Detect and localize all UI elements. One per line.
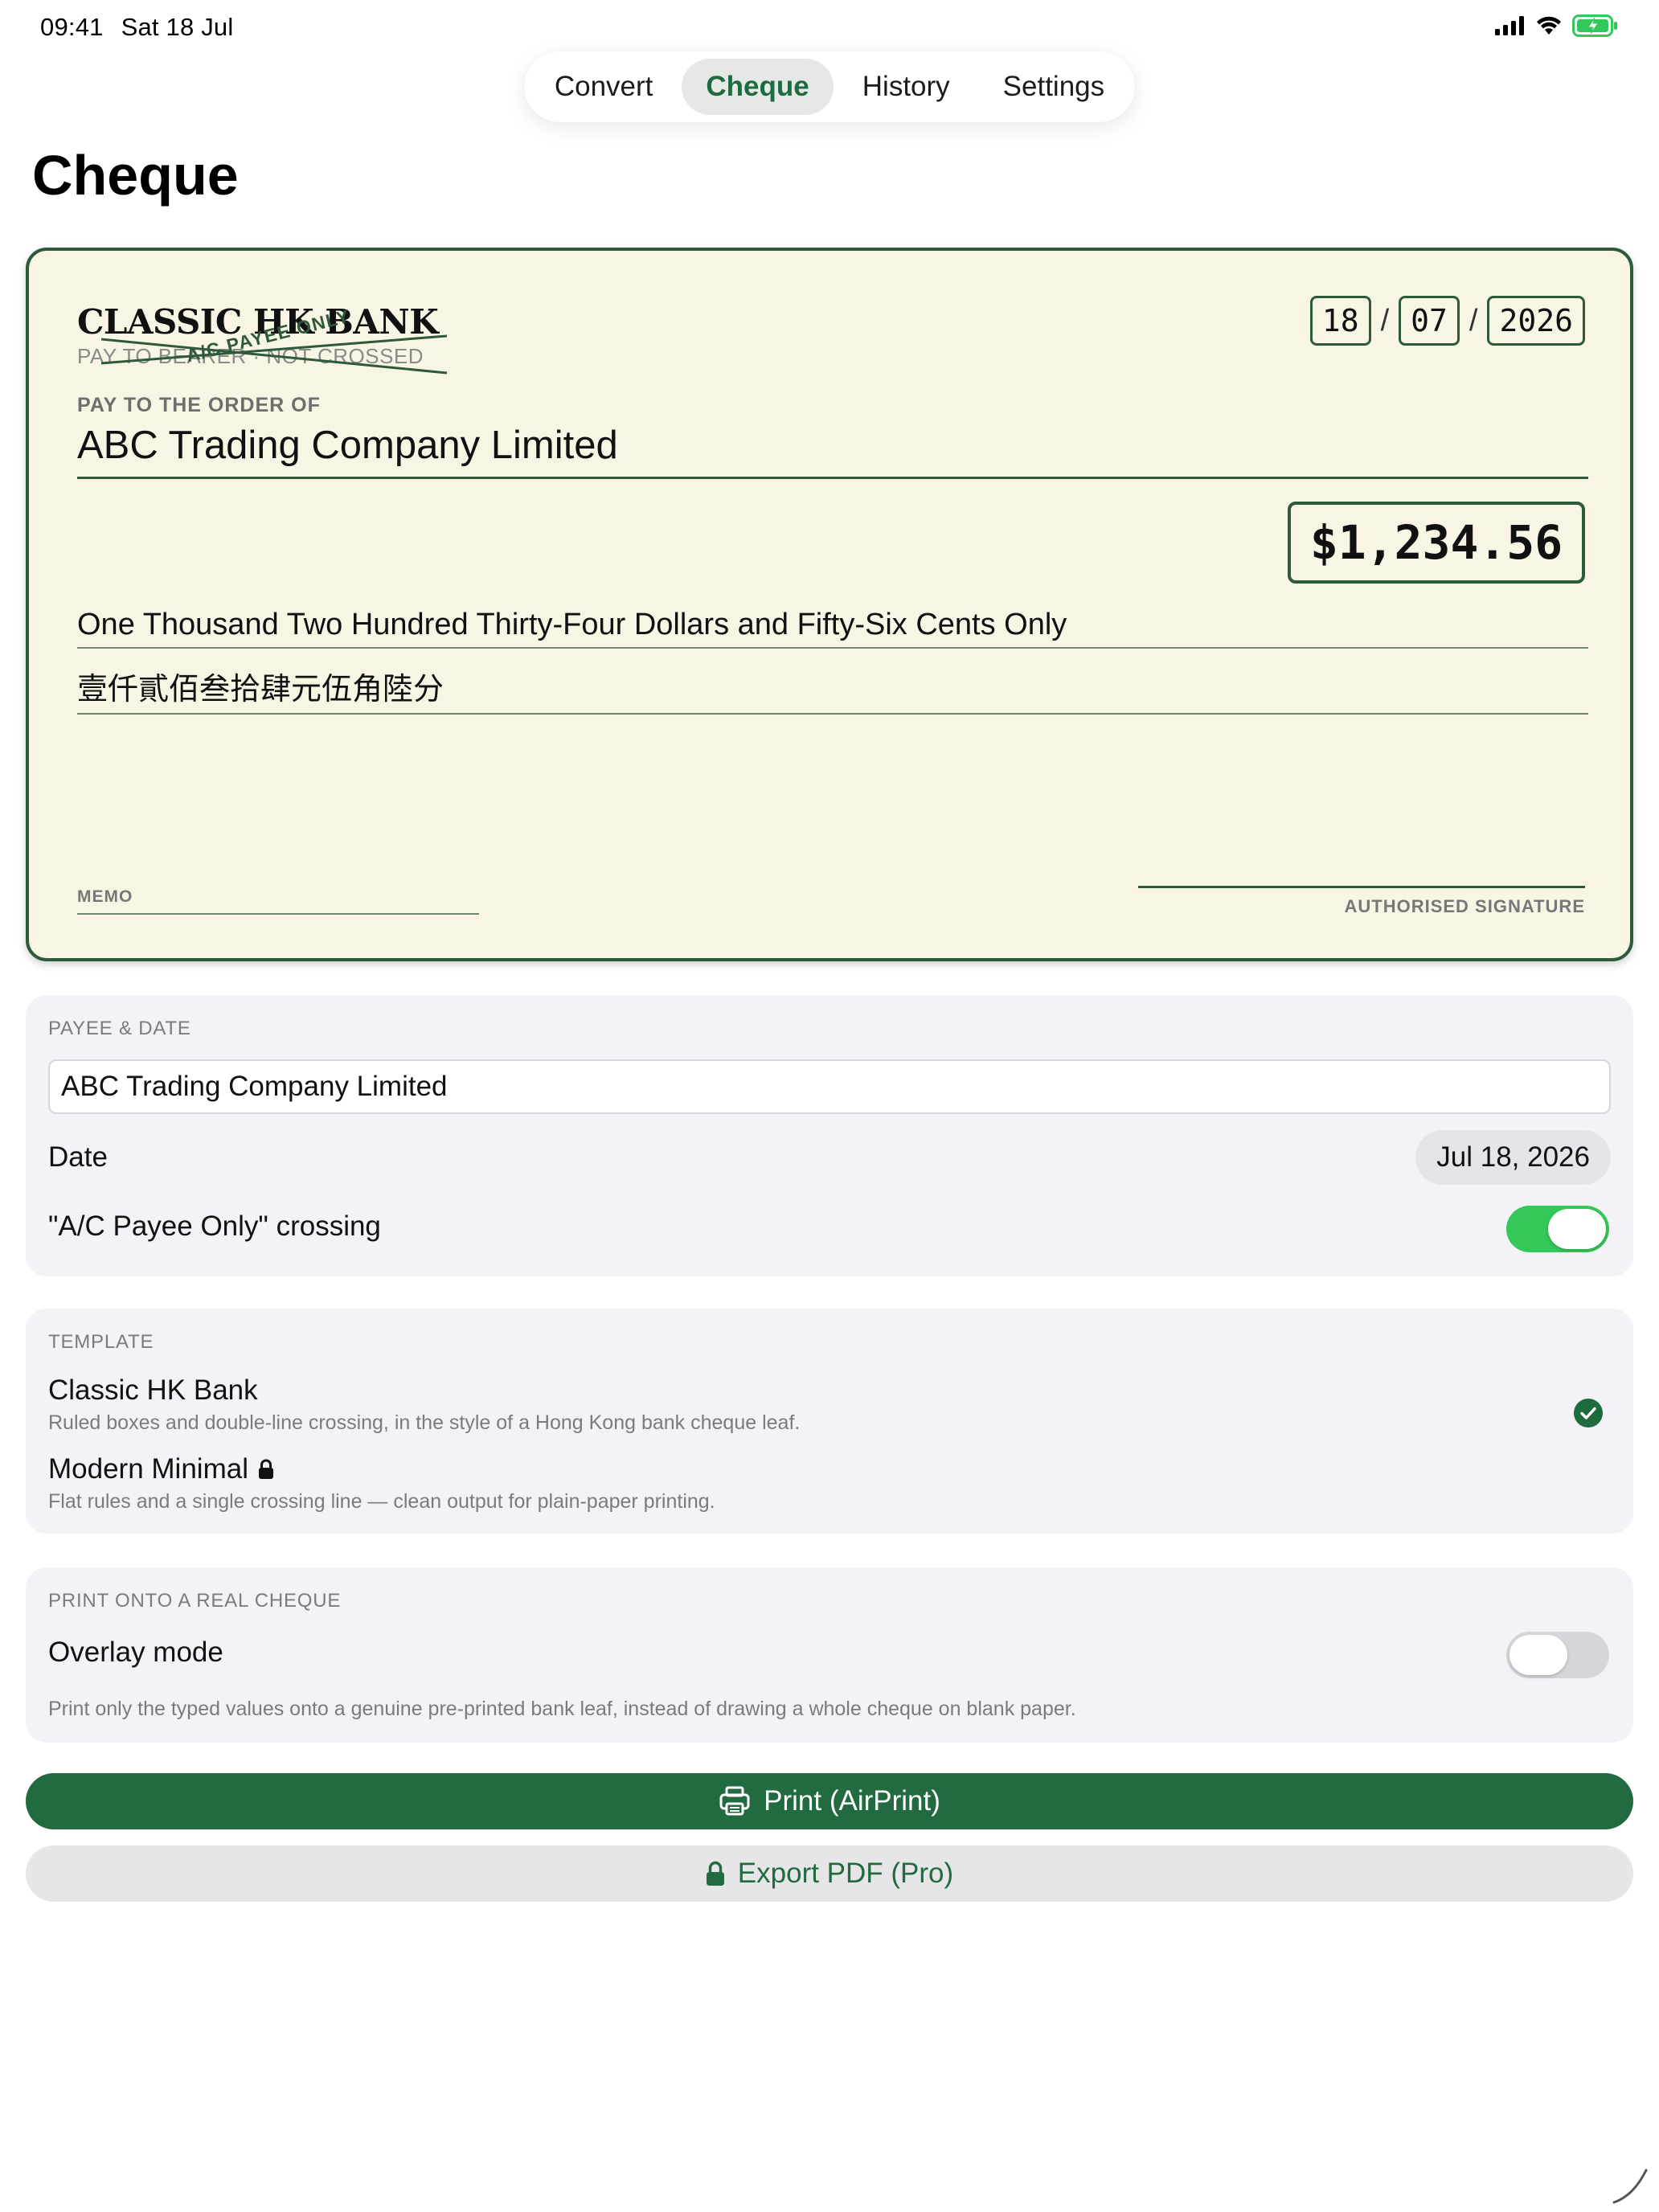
cellular-signal-icon: [1495, 16, 1524, 35]
crossing-toggle[interactable]: [1506, 1206, 1609, 1252]
checkmark-icon: [1574, 1399, 1603, 1428]
page-title: Cheque: [32, 144, 239, 207]
memo-line: MEMO: [77, 887, 479, 915]
lock-icon: [706, 1861, 724, 1886]
tab-bar: Convert Cheque History Settings: [524, 51, 1135, 122]
date-year-box: 2026: [1487, 296, 1585, 346]
tab-history[interactable]: History: [838, 59, 974, 115]
pay-to-label: PAY TO THE ORDER OF: [77, 394, 321, 416]
status-time: 09:41: [40, 13, 104, 41]
overlay-section: PRINT ONTO A REAL CHEQUE Overlay mode Pr…: [26, 1567, 1633, 1743]
battery-charging-icon: [1572, 14, 1617, 37]
date-day-box: 18: [1309, 296, 1371, 346]
cheque-payee: ABC Trading Company Limited: [77, 424, 618, 467]
overlay-toggle[interactable]: [1506, 1632, 1609, 1678]
payee-date-section: PAYEE & DATE ABC Trading Company Limited…: [26, 995, 1633, 1276]
amount-words-english: One Thousand Two Hundred Thirty-Four Dol…: [77, 608, 1588, 649]
section-header: TEMPLATE: [48, 1331, 154, 1353]
wifi-icon: [1537, 16, 1561, 35]
template-classic-title[interactable]: Classic HK Bank: [48, 1374, 258, 1407]
date-label: Date: [48, 1141, 108, 1173]
section-header: PRINT ONTO A REAL CHEQUE: [48, 1590, 342, 1612]
status-date: Sat 18 Jul: [121, 13, 234, 41]
print-button[interactable]: Print (AirPrint): [26, 1773, 1633, 1829]
amount-words-chinese: 壹仟貳佰叁拾肆元伍角陸分: [77, 664, 1588, 715]
printer-icon: [719, 1786, 750, 1816]
toggle-knob: [1548, 1209, 1606, 1249]
export-pdf-button[interactable]: Export PDF (Pro): [26, 1845, 1633, 1902]
template-modern-row[interactable]: Modern Minimal: [48, 1453, 274, 1485]
print-button-label: Print (AirPrint): [764, 1785, 940, 1817]
toggle-knob: [1509, 1635, 1567, 1675]
date-separator: /: [1469, 303, 1478, 338]
template-modern-desc: Flat rules and a single crossing line — …: [48, 1490, 715, 1513]
date-separator: /: [1380, 303, 1390, 338]
payee-line: ABC Trading Company Limited: [77, 423, 1588, 479]
tab-cheque[interactable]: Cheque: [682, 59, 834, 115]
date-month-box: 07: [1399, 296, 1460, 346]
template-section: TEMPLATE Classic HK Bank Ruled boxes and…: [26, 1309, 1633, 1534]
template-modern-title: Modern Minimal: [48, 1453, 248, 1485]
section-header: PAYEE & DATE: [48, 1018, 191, 1039]
overlay-desc: Print only the typed values onto a genui…: [48, 1698, 1076, 1720]
cheque-date: 18 / 07 / 2026: [1309, 296, 1585, 346]
template-classic-desc: Ruled boxes and double-line crossing, in…: [48, 1411, 801, 1434]
scribble-handle-icon: [1612, 2169, 1648, 2204]
overlay-label: Overlay mode: [48, 1636, 223, 1668]
status-bar-time: 09:41 Sat 18 Jul: [40, 13, 251, 42]
date-picker[interactable]: Jul 18, 2026: [1415, 1130, 1611, 1185]
cheque-preview: CLASSIC HK BANK PAY TO BEARER · NOT CROS…: [26, 248, 1633, 961]
status-icons: [1495, 14, 1619, 37]
payee-input[interactable]: ABC Trading Company Limited: [48, 1059, 1611, 1114]
tab-settings[interactable]: Settings: [979, 59, 1129, 115]
amount-box: $1,234.56: [1288, 502, 1585, 584]
export-button-label: Export PDF (Pro): [737, 1858, 954, 1889]
crossing-label: "A/C Payee Only" crossing: [48, 1210, 381, 1242]
tab-convert[interactable]: Convert: [530, 59, 678, 115]
lock-icon: [258, 1459, 273, 1479]
signature-line: AUTHORISED SIGNATURE: [1138, 886, 1585, 917]
